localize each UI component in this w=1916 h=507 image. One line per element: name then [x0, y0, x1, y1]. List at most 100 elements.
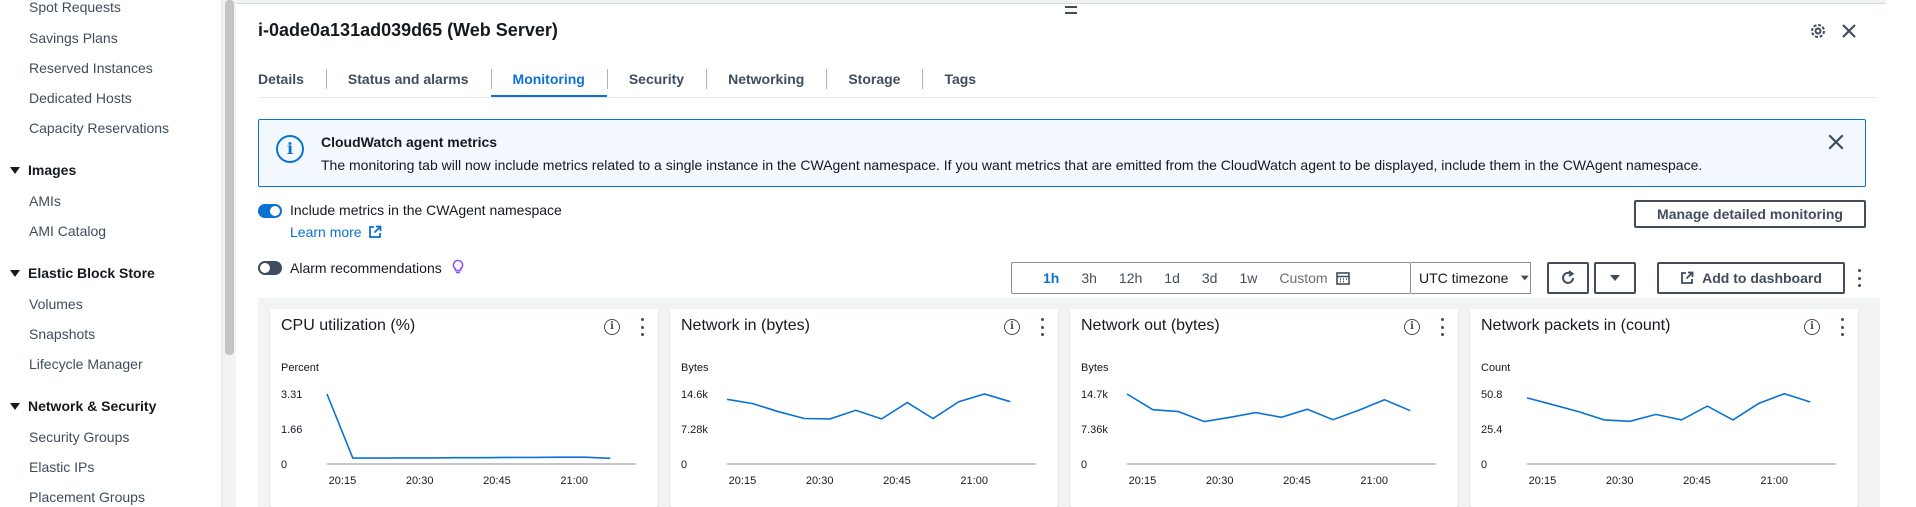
cpu-utilization-chart: Percent 3.31 1.66 0 20:15 20:30 20:45 21:00 — [281, 362, 636, 487]
y-axis-unit-label: Bytes — [681, 362, 709, 374]
cwagent-toggle-label: Include metrics in the CWAgent namespace — [290, 202, 562, 218]
calendar-icon — [1335, 272, 1350, 285]
x-tick-label: 20:15 — [1129, 475, 1157, 487]
x-tick-label: 21:00 — [560, 475, 588, 487]
network-out-chart: Bytes 14.7k 7.36k 0 20:15 20:30 20:45 21:00 — [1081, 362, 1436, 487]
timezone-select[interactable]: UTC timezone — [1411, 262, 1531, 294]
x-tick-label: 20:30 — [1606, 475, 1634, 487]
range-12h[interactable]: 12h — [1108, 270, 1153, 286]
refresh-options-dropdown[interactable] — [1594, 262, 1636, 294]
x-tick-label: 20:15 — [329, 475, 357, 487]
caret-down-icon — [10, 269, 20, 277]
caret-down-icon — [10, 402, 20, 410]
nav-section-elastic-block-store[interactable]: Elastic Block Store — [10, 265, 155, 281]
panel-title: i-0ade0a131ad039d65 (Web Server) — [258, 20, 558, 40]
learn-more-label: Learn more — [290, 224, 362, 240]
settings-gear-icon[interactable] — [1807, 20, 1829, 42]
toggle-knob — [260, 263, 270, 273]
split-panel: i-0ade0a131ad039d65 (Web Server) Details… — [236, 0, 1886, 507]
nav-link-elastic-ips[interactable]: Elastic IPs — [29, 459, 94, 475]
nav-link-ami-catalog[interactable]: AMI Catalog — [29, 223, 106, 239]
x-tick-label: 20:30 — [406, 475, 434, 487]
y-tick-label: 25.4 — [1481, 424, 1502, 436]
x-tick-label: 20:45 — [1283, 475, 1311, 487]
tab-monitoring[interactable]: Monitoring — [490, 60, 608, 98]
x-tick-label: 21:00 — [1360, 475, 1388, 487]
tab-status-and-alarms[interactable]: Status and alarms — [325, 60, 491, 98]
y-tick-label: 0 — [1081, 459, 1087, 471]
caret-down-icon — [1610, 275, 1620, 281]
metric-card-cpu: CPU utilization (%) i Percent 3.31 1.66 0 20… — [270, 309, 658, 507]
nav-link-savings-plans[interactable]: Savings Plans — [29, 30, 118, 46]
y-axis-unit-label: Count — [1481, 362, 1510, 374]
network-packets-in-chart: Count 50.8 25.4 0 20:15 20:30 20:45 21:00 — [1481, 362, 1836, 487]
refresh-button[interactable] — [1547, 262, 1589, 294]
y-axis-unit-label: Percent — [281, 362, 319, 374]
x-tick-label: 20:30 — [1206, 475, 1234, 487]
side-navigation: Spot Requests Savings Plans Reserved Ins… — [0, 0, 222, 507]
nav-link-security-groups[interactable]: Security Groups — [29, 429, 129, 445]
tab-details[interactable]: Details — [258, 60, 326, 98]
nav-section-label: Elastic Block Store — [28, 265, 155, 281]
nav-section-label: Images — [28, 162, 77, 178]
range-1h[interactable]: 1h — [1032, 270, 1070, 286]
series-line — [1126, 393, 1411, 423]
x-tick-label: 21:00 — [960, 475, 988, 487]
range-custom[interactable]: Custom — [1268, 270, 1360, 286]
x-tick-label: 21:00 — [1760, 475, 1788, 487]
range-3d[interactable]: 3d — [1191, 270, 1229, 286]
caret-down-icon — [1521, 275, 1530, 281]
nav-link-capacity-reservations[interactable]: Capacity Reservations — [29, 120, 169, 136]
x-tick-label: 20:15 — [1529, 475, 1557, 487]
nav-link-spot-requests[interactable]: Spot Requests — [29, 0, 121, 15]
tab-tags[interactable]: Tags — [922, 60, 998, 98]
range-1d[interactable]: 1d — [1153, 270, 1191, 286]
nav-section-network-security[interactable]: Network & Security — [10, 398, 156, 414]
manage-detailed-monitoring-button[interactable]: Manage detailed monitoring — [1634, 200, 1866, 228]
refresh-icon — [1562, 270, 1575, 284]
time-range-selector: 1h 3h 12h 1d 3d 1w Custom — [1011, 262, 1411, 294]
resize-handle-icon[interactable] — [1065, 6, 1077, 14]
learn-more-link[interactable]: Learn more — [290, 224, 382, 240]
dismiss-close-icon[interactable] — [1827, 133, 1847, 153]
x-tick-label: 20:45 — [883, 475, 911, 487]
nav-link-reserved-instances[interactable]: Reserved Instances — [29, 60, 153, 76]
close-panel-icon[interactable] — [1838, 20, 1860, 42]
nav-link-dedicated-hosts[interactable]: Dedicated Hosts — [29, 90, 132, 106]
x-tick-label: 20:45 — [483, 475, 511, 487]
lightbulb-icon — [452, 259, 464, 274]
tabs-divider — [258, 97, 1878, 98]
nav-link-volumes[interactable]: Volumes — [29, 296, 83, 312]
series-line — [326, 393, 611, 460]
nav-link-placement-groups[interactable]: Placement Groups — [29, 489, 145, 505]
y-tick-label: 0 — [281, 459, 287, 471]
caret-down-icon — [10, 166, 20, 174]
metric-card-network-out: Network out (bytes) i Bytes 14.7k 7.36k 0 20… — [1070, 309, 1458, 507]
nav-link-amis[interactable]: AMIs — [29, 193, 61, 209]
tab-networking[interactable]: Networking — [706, 60, 826, 98]
y-tick-label: 7.28k — [681, 424, 708, 436]
x-tick-label: 20:30 — [806, 475, 834, 487]
add-to-dashboard-button[interactable]: Add to dashboard — [1657, 262, 1845, 294]
y-tick-label: 0 — [1481, 459, 1487, 471]
info-banner: i CloudWatch agent metrics The monitorin… — [258, 119, 1866, 187]
nav-link-snapshots[interactable]: Snapshots — [29, 326, 95, 342]
nav-link-lifecycle-manager[interactable]: Lifecycle Manager — [29, 356, 143, 372]
range-1w[interactable]: 1w — [1228, 270, 1268, 286]
scrollbar-thumb[interactable] — [225, 0, 234, 355]
alarm-toggle-label: Alarm recommendations — [290, 260, 442, 276]
y-tick-label: 0 — [681, 459, 687, 471]
more-actions-kebab-icon[interactable] — [1856, 269, 1862, 287]
tab-storage[interactable]: Storage — [826, 60, 922, 98]
tab-security[interactable]: Security — [606, 60, 706, 98]
nav-section-images[interactable]: Images — [10, 162, 76, 178]
y-axis-unit-label: Bytes — [1081, 362, 1109, 374]
series-line — [1526, 392, 1811, 423]
cwagent-toggle[interactable] — [258, 204, 282, 218]
alarm-recommendations-toggle[interactable] — [258, 261, 282, 275]
metric-card-network-packets-in: Network packets in (count) i Count 50.8 25… — [1470, 309, 1858, 507]
toggle-knob — [270, 206, 280, 216]
range-3h[interactable]: 3h — [1070, 270, 1108, 286]
sidebar-scrollbar[interactable] — [222, 0, 236, 507]
x-tick-label: 20:45 — [1683, 475, 1711, 487]
